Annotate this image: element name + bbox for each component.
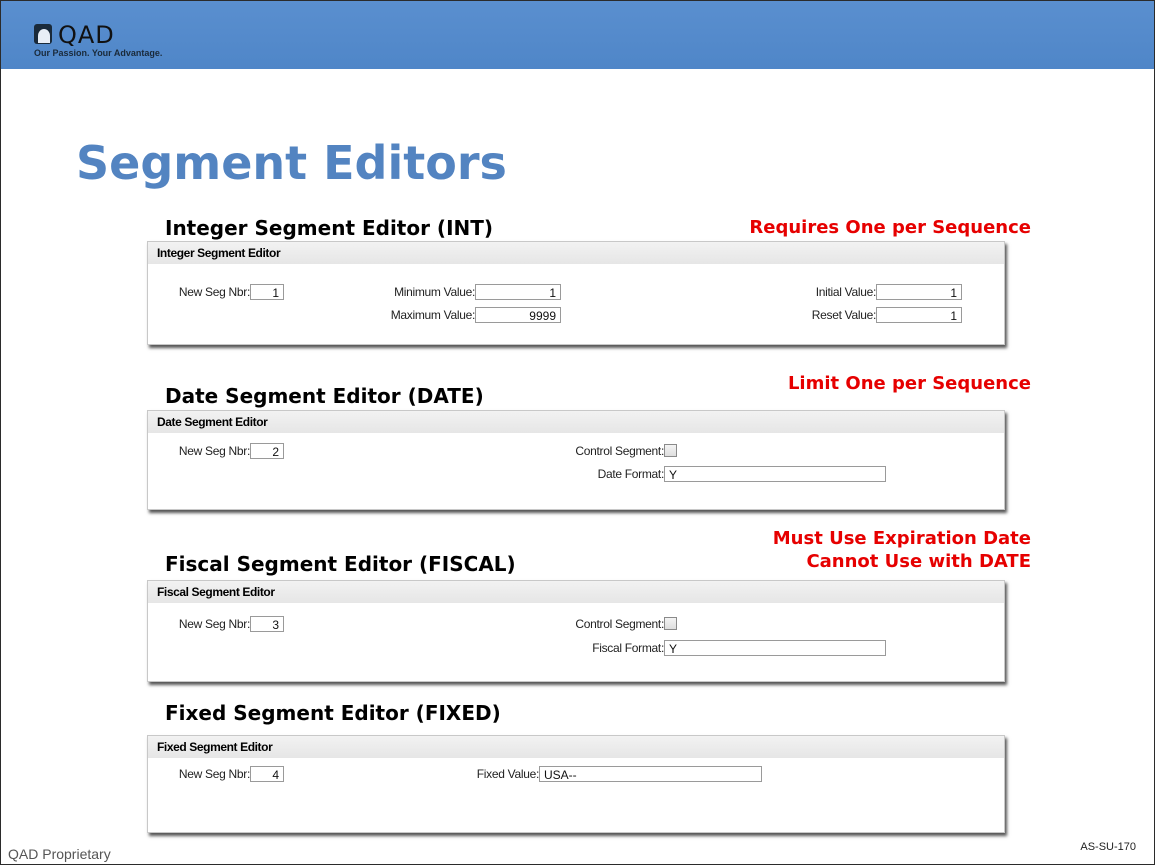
maximum-value-label: Maximum Value:	[390, 308, 476, 322]
panel-title: Date Segment Editor	[148, 411, 1004, 433]
date-format-input[interactable]: Y	[664, 466, 886, 482]
new-seg-nbr-input[interactable]: 1	[250, 284, 284, 300]
new-seg-nbr-input[interactable]: 3	[250, 616, 284, 632]
panel-title: Fixed Segment Editor	[148, 736, 1004, 758]
new-seg-nbr-label: New Seg Nbr:	[178, 444, 250, 458]
new-seg-nbr-input[interactable]: 4	[250, 766, 284, 782]
control-segment-checkbox[interactable]	[664, 617, 677, 630]
new-seg-nbr-label: New Seg Nbr:	[178, 767, 250, 781]
minimum-value-label: Minimum Value:	[394, 285, 475, 299]
new-seg-nbr-input[interactable]: 2	[250, 443, 284, 459]
fiscal-note-line1: Must Use Expiration Date	[772, 528, 1031, 549]
int-note: Requires One per Sequence	[749, 217, 1031, 238]
date-format-label: Date Format:	[597, 467, 665, 481]
reset-value-label: Reset Value:	[811, 308, 877, 322]
fiscal-format-input[interactable]: Y	[664, 640, 886, 656]
slide-number: AS-SU-170	[1080, 841, 1136, 853]
fixed-heading: Fixed Segment Editor (FIXED)	[165, 701, 501, 725]
fixed-value-input[interactable]: USA--	[539, 766, 762, 782]
fiscal-format-label: Fiscal Format:	[592, 641, 664, 655]
maximum-value-input[interactable]: 9999	[475, 307, 561, 323]
initial-value-input[interactable]: 1	[876, 284, 962, 300]
date-note: Limit One per Sequence	[787, 373, 1031, 394]
fiscal-note-line2: Cannot Use with DATE	[806, 551, 1031, 572]
initial-value-label: Initial Value:	[815, 285, 877, 299]
fiscal-heading: Fiscal Segment Editor (FISCAL)	[165, 552, 516, 576]
fixed-segment-editor-panel: Fixed Segment Editor New Seg Nbr: 4 Fixe…	[147, 735, 1005, 833]
date-heading: Date Segment Editor (DATE)	[165, 384, 484, 408]
fiscal-segment-editor-panel: Fiscal Segment Editor New Seg Nbr: 3 Con…	[147, 580, 1005, 682]
logo-text: QAD	[58, 21, 115, 49]
new-seg-nbr-label: New Seg Nbr:	[178, 617, 250, 631]
control-segment-checkbox[interactable]	[664, 444, 677, 457]
new-seg-nbr-label: New Seg Nbr:	[178, 285, 250, 299]
int-heading: Integer Segment Editor (INT)	[165, 216, 494, 240]
integer-segment-editor-panel: Integer Segment Editor New Seg Nbr: 1 Mi…	[147, 241, 1005, 345]
minimum-value-input[interactable]: 1	[475, 284, 561, 300]
qad-logo-icon	[34, 24, 52, 44]
fixed-value-label: Fixed Value:	[476, 767, 540, 781]
control-segment-label: Control Segment:	[575, 617, 664, 631]
panel-title: Integer Segment Editor	[148, 242, 1004, 264]
qad-logo: QAD Our Passion. Your Advantage.	[34, 21, 184, 64]
panel-title: Fiscal Segment Editor	[148, 581, 1004, 603]
logo-tagline: Our Passion. Your Advantage.	[34, 48, 163, 58]
date-segment-editor-panel: Date Segment Editor New Seg Nbr: 2 Contr…	[147, 410, 1005, 510]
control-segment-label: Control Segment:	[575, 444, 664, 458]
reset-value-input[interactable]: 1	[876, 307, 962, 323]
footer-proprietary: QAD Proprietary	[8, 846, 111, 862]
slide-title: Segment Editors	[76, 136, 507, 190]
